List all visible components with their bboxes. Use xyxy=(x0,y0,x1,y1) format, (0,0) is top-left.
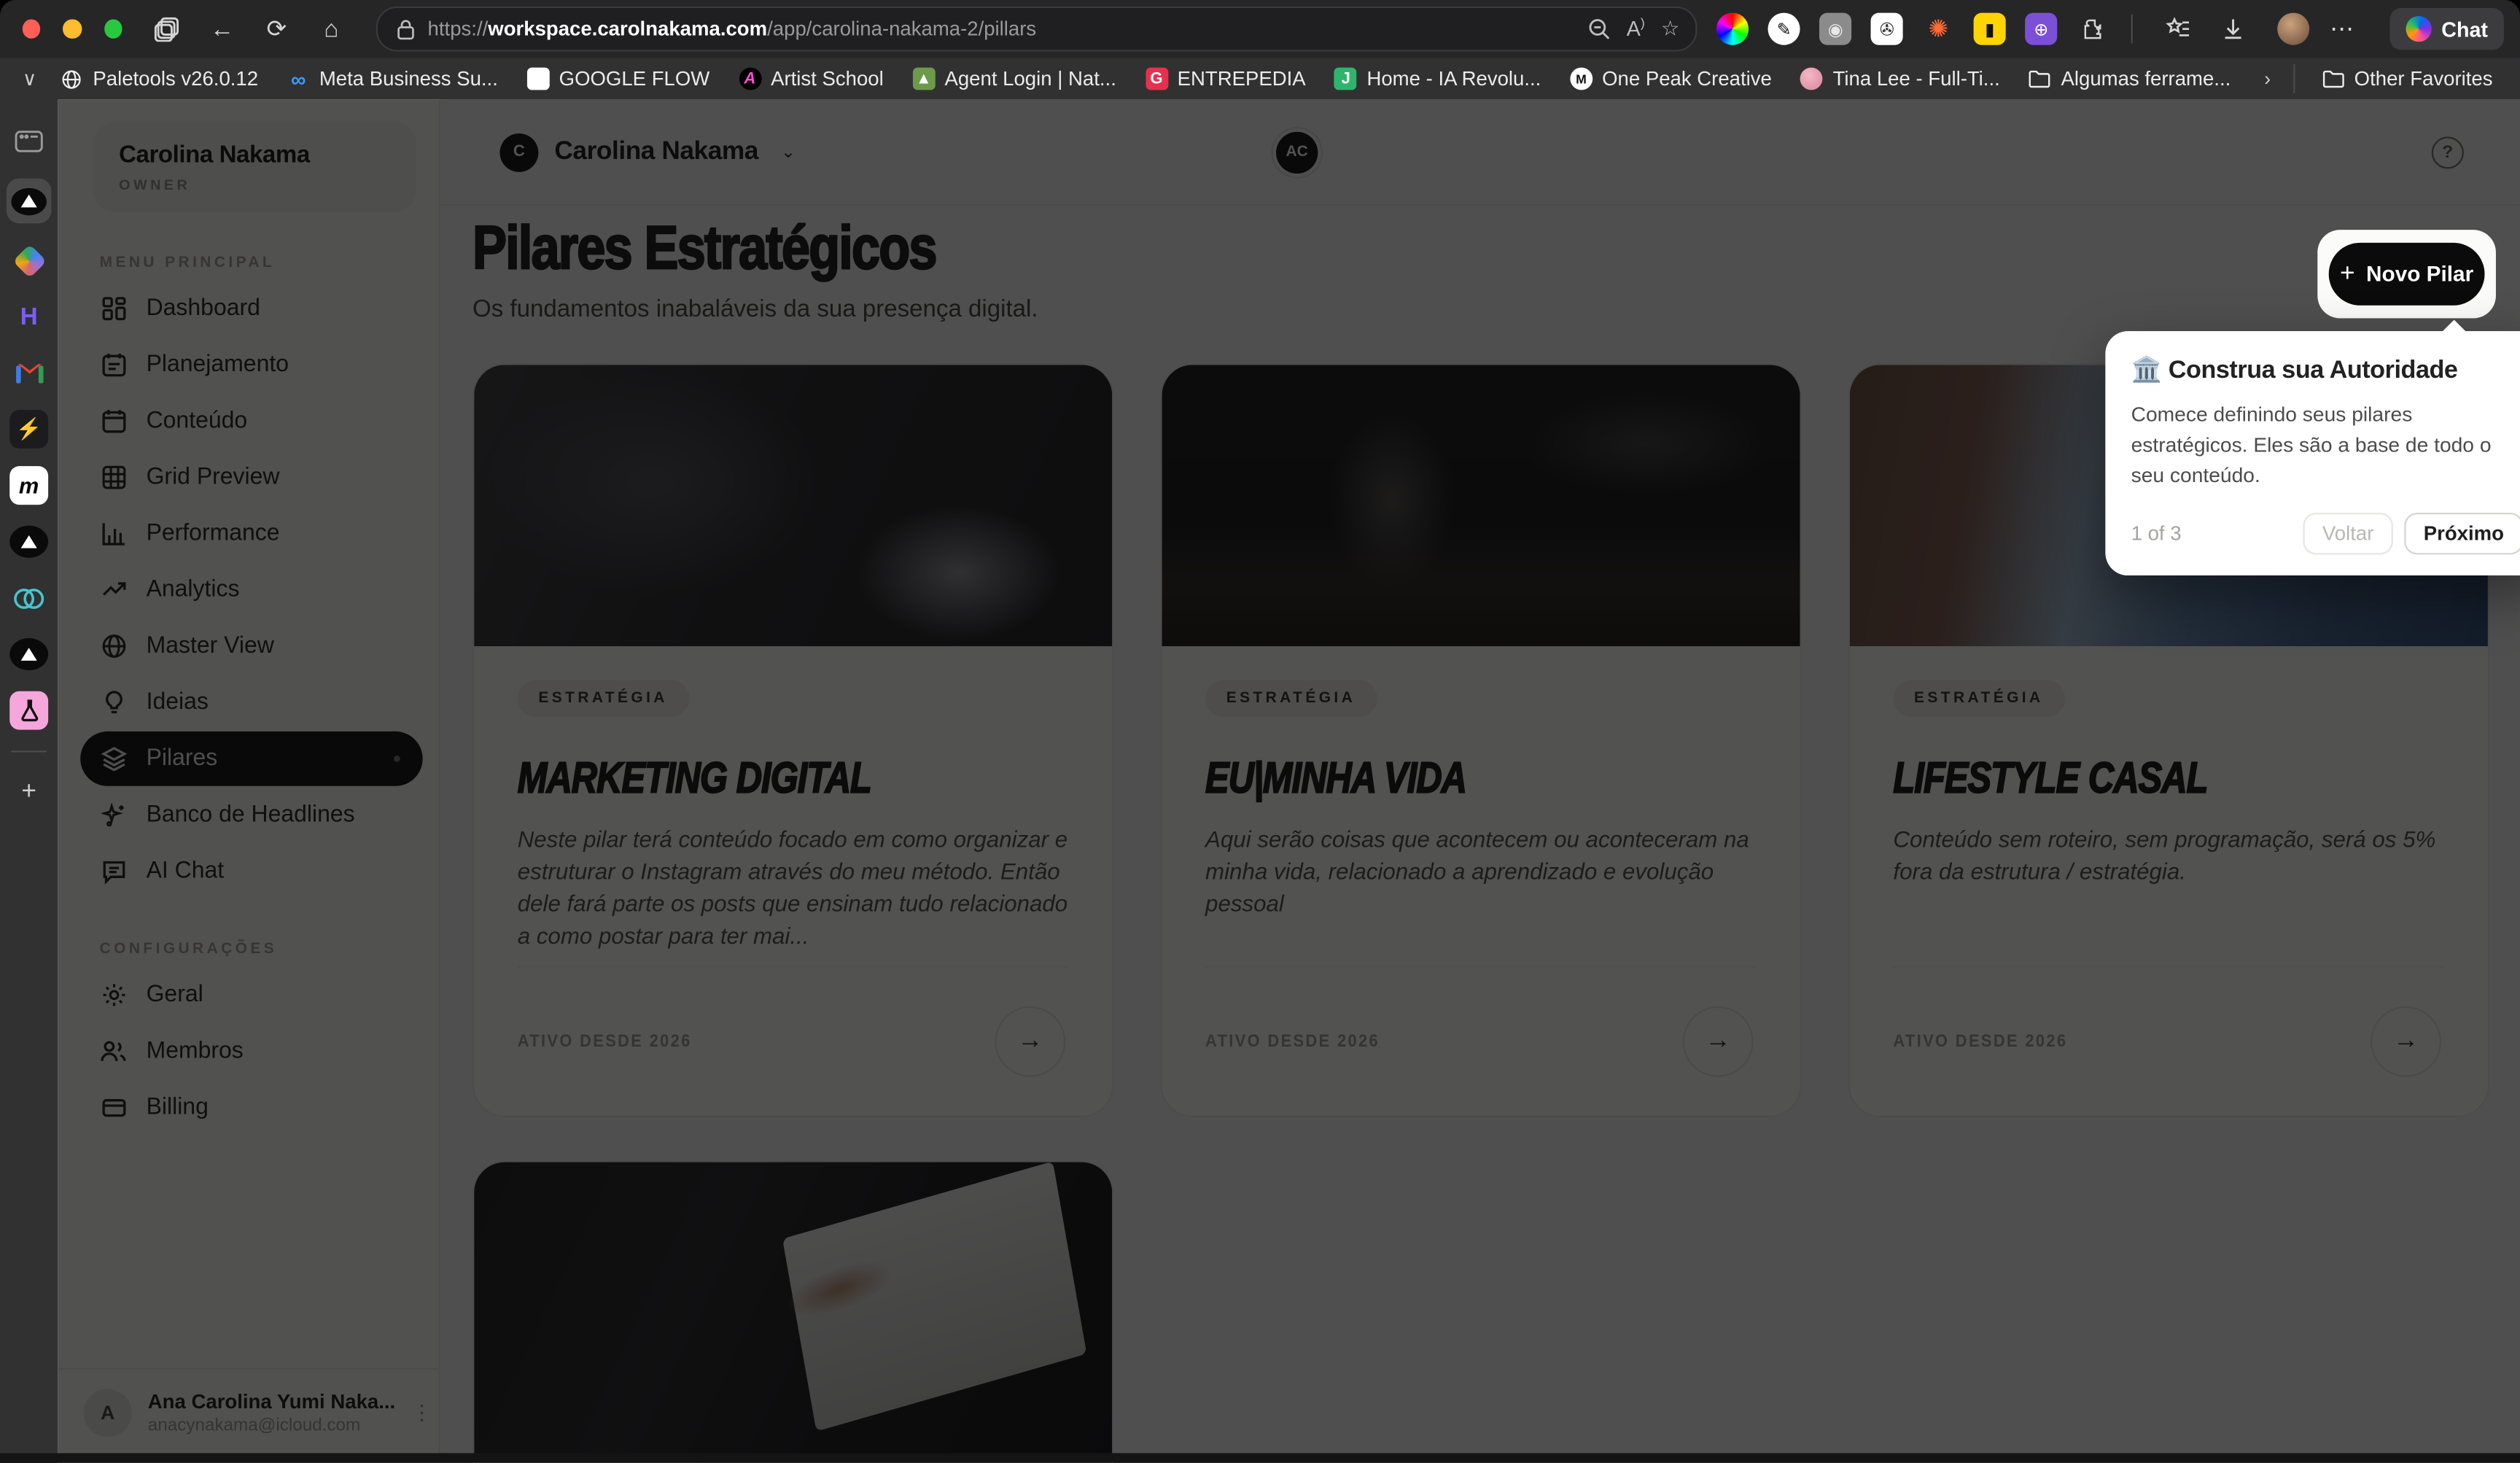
tour-title: 🏛️ Construa sua Autoridade xyxy=(2131,355,2520,386)
address-bar[interactable]: https://workspace.carolnakama.com/app/ca… xyxy=(376,7,1698,52)
chat-label: Chat xyxy=(2441,17,2488,41)
copilot-chat-button[interactable]: Chat xyxy=(2390,8,2504,50)
tour-dim-overlay xyxy=(58,100,2520,1463)
building-emoji: 🏛️ xyxy=(2131,357,2162,384)
minimize-window-button[interactable] xyxy=(63,19,82,38)
zoom-out-icon[interactable] xyxy=(1588,18,1611,40)
tour-spotlight: + Novo Pilar xyxy=(2317,230,2496,318)
artist-school-icon: A xyxy=(739,68,761,90)
extension-bookmark-icon[interactable]: ▮ xyxy=(1974,13,2006,45)
meta-icon: ∞ xyxy=(287,68,310,90)
more-menu-icon[interactable]: ⋯ xyxy=(2319,8,2365,50)
reload-icon[interactable]: ⟳ xyxy=(254,8,300,50)
copilot-icon xyxy=(2406,16,2432,42)
url-path: /app/carolina-nakama-2/pillars xyxy=(767,18,1036,40)
rail-active-site[interactable] xyxy=(7,179,52,224)
godaddy-logo[interactable] xyxy=(9,578,48,617)
plus-icon: + xyxy=(2340,260,2355,289)
folder-icon xyxy=(2029,68,2051,90)
m-logo[interactable]: m xyxy=(9,466,48,505)
extension-hand-icon[interactable]: ✎ xyxy=(1768,13,1800,45)
home-icon[interactable]: ⌂ xyxy=(308,8,354,50)
other-favorites-folder[interactable]: Other Favorites xyxy=(2308,61,2508,96)
tab-card-icon[interactable] xyxy=(9,123,48,161)
close-window-button[interactable] xyxy=(23,19,41,38)
add-site-plus-icon[interactable]: + xyxy=(9,773,48,812)
favorites-list-icon[interactable] xyxy=(2155,8,2201,50)
downloads-icon[interactable] xyxy=(2210,8,2255,50)
tour-next-button[interactable]: Próximo xyxy=(2404,512,2520,554)
favorites-bar: ∨ Paletools v26.0.12 ∞ Meta Business Su.… xyxy=(0,58,2520,99)
browser-window: ← ⟳ ⌂ https://workspace.carolnakama.com/… xyxy=(0,0,2520,1463)
heygen-logo[interactable]: H xyxy=(9,298,48,336)
browser-toolbar: ← ⟳ ⌂ https://workspace.carolnakama.com/… xyxy=(0,0,2520,58)
triangle-play-logo xyxy=(11,187,46,214)
folder-icon xyxy=(2322,68,2345,90)
green-triangle-icon: ▲ xyxy=(912,68,935,90)
extension-camera-icon[interactable]: ◉ xyxy=(1819,13,1851,45)
favorite-item[interactable]: ∞ Meta Business Su... xyxy=(273,61,513,96)
green-hook-icon: J xyxy=(1334,68,1357,90)
red-g-icon: G xyxy=(1146,68,1168,90)
favorite-item[interactable]: GOOGLE FLOW xyxy=(513,61,724,96)
favorite-item[interactable]: Tina Lee - Full-Ti... xyxy=(1786,61,2015,96)
window-bottom-edge xyxy=(0,1453,2520,1462)
peak-circle-icon: M xyxy=(1570,68,1592,90)
new-pillar-button[interactable]: + Novo Pilar xyxy=(2329,243,2485,306)
triangle-play-logo[interactable] xyxy=(9,522,48,561)
tour-body: Comece definindo seus pilares estratégic… xyxy=(2131,399,2520,492)
app-page: Carolina Nakama OWNER MENU PRINCIPAL Das… xyxy=(58,100,2520,1463)
extension-film-icon[interactable]: ✇ xyxy=(1871,13,1903,45)
favorite-item[interactable]: M One Peak Creative xyxy=(1555,61,1786,96)
ai-studio-flask-logo[interactable] xyxy=(9,691,48,730)
favorite-item[interactable]: ▲ Agent Login | Nat... xyxy=(898,61,1131,96)
read-aloud-icon[interactable]: A) xyxy=(1627,17,1645,42)
url-host: workspace.carolnakama.com xyxy=(488,18,767,40)
pink-avatar-icon xyxy=(1801,68,1824,90)
extensions-puzzle-icon[interactable] xyxy=(2077,13,2109,45)
favorites-overflow-chevron-icon[interactable]: › xyxy=(2255,68,2280,90)
favorite-item[interactable]: J Home - IA Revolu... xyxy=(1321,61,1556,96)
favorite-star-icon[interactable]: ☆ xyxy=(1661,16,1680,42)
extension-plus-icon[interactable]: ⊕ xyxy=(2025,13,2057,45)
tab-actions-icon[interactable] xyxy=(145,8,190,50)
favorite-item[interactable]: Algumas ferrame... xyxy=(2015,61,2245,96)
lock-icon xyxy=(397,18,415,39)
white-page-icon xyxy=(527,68,550,90)
tour-back-button[interactable]: Voltar xyxy=(2303,512,2392,554)
gmail-logo[interactable] xyxy=(9,354,48,392)
extension-starburst-icon[interactable]: ✺ xyxy=(1922,13,1954,45)
browser-sidebar-rail: H ⚡ m + xyxy=(0,100,58,1463)
triangle-play-logo[interactable] xyxy=(9,635,48,674)
zoom-window-button[interactable] xyxy=(104,19,122,38)
globe-icon xyxy=(61,68,83,90)
gemini-logo[interactable] xyxy=(9,241,48,280)
supabase-logo[interactable]: ⚡ xyxy=(9,410,48,449)
url-scheme: https:// xyxy=(428,18,489,40)
back-icon[interactable]: ← xyxy=(200,8,245,50)
collapse-sidebar-chevron-icon[interactable]: ∨ xyxy=(13,68,47,90)
favorite-item[interactable]: G ENTREPEDIA xyxy=(1131,61,1321,96)
tour-popover: × 🏛️ Construa sua Autoridade Comece defi… xyxy=(2105,331,2520,575)
extension-colorwheel-icon[interactable] xyxy=(1716,13,1749,45)
screen: ← ⟳ ⌂ https://workspace.carolnakama.com/… xyxy=(0,0,2520,1463)
favorite-item[interactable]: A Artist School xyxy=(724,61,898,96)
profile-avatar[interactable] xyxy=(2277,13,2309,45)
new-pillar-label: Novo Pilar xyxy=(2366,262,2473,286)
favorite-item[interactable]: Paletools v26.0.12 xyxy=(46,61,272,96)
tour-step-counter: 1 of 3 xyxy=(2131,521,2182,544)
